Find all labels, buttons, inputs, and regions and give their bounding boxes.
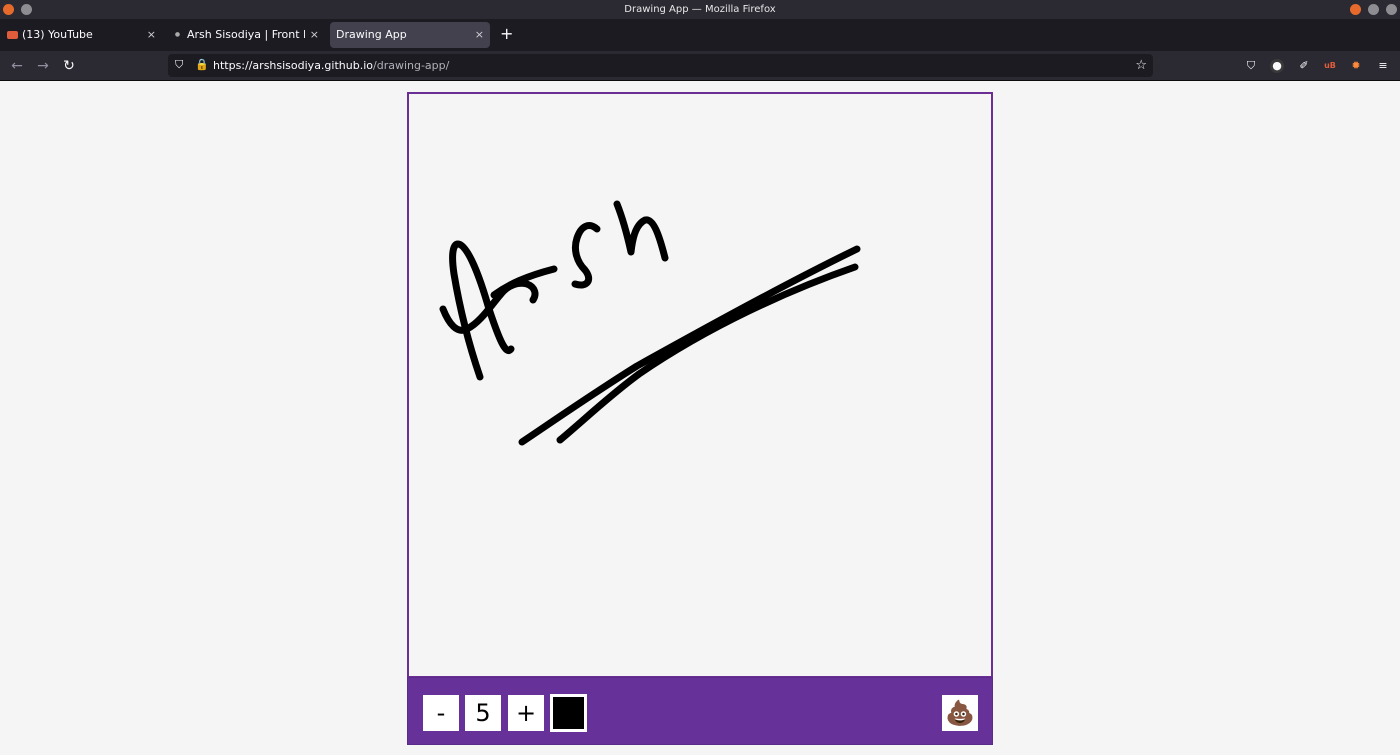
stroke-letter-h	[613, 200, 669, 262]
site-icon: ●	[174, 31, 181, 38]
url-host: https://arshsisodiya.github.io	[213, 59, 373, 72]
tab-label: Arsh Sisodiya | Front End	[187, 28, 305, 41]
brush-size-value: 5	[465, 695, 501, 731]
firefox-icon	[3, 4, 14, 15]
tab-strip: (13) YouTube × ● Arsh Sisodiya | Front E…	[0, 19, 1400, 51]
tab-close-icon[interactable]: ×	[310, 22, 319, 48]
window-titlebar: Drawing App — Mozilla Firefox	[0, 0, 1400, 19]
ublock-icon[interactable]: uB	[1323, 59, 1337, 73]
new-tab-button[interactable]: +	[500, 24, 513, 44]
address-bar[interactable]: ⛉ 🔒 https://arshsisodiya.github.io/drawi…	[168, 54, 1153, 77]
tab-label: Drawing App	[336, 28, 407, 41]
reload-button[interactable]: ↻	[59, 56, 79, 76]
tab-youtube[interactable]: (13) YouTube ×	[0, 22, 162, 48]
increase-size-button[interactable]: +	[508, 695, 544, 731]
tracking-shield-icon[interactable]: ⛉	[175, 58, 187, 72]
tab-arsh-sisodiya[interactable]: ● Arsh Sisodiya | Front End ×	[165, 22, 325, 48]
hamburger-menu-icon[interactable]: ≡	[1376, 59, 1390, 73]
window-title: Drawing App — Mozilla Firefox	[624, 4, 776, 15]
canvas-strokes	[439, 200, 861, 446]
pocket-icon[interactable]: ⛉	[1244, 59, 1258, 73]
extension-sun-icon[interactable]: ✹	[1349, 59, 1363, 73]
window-dot-icon	[21, 4, 32, 15]
decrease-size-button[interactable]: -	[423, 695, 459, 731]
stroke-letter-r	[490, 265, 558, 299]
page-content: - 5 + 💩	[0, 81, 1400, 755]
close-window-button[interactable]	[1386, 4, 1397, 15]
tab-close-icon[interactable]: ×	[475, 22, 484, 48]
minimize-button[interactable]	[1350, 4, 1361, 15]
navigation-toolbar: ← → ↻ ⛉ 🔒 https://arshsisodiya.github.io…	[0, 51, 1400, 81]
extension-pen-icon[interactable]: ✐	[1297, 59, 1311, 73]
tab-label: (13) YouTube	[22, 28, 93, 41]
toolbox: - 5 + 💩	[407, 677, 993, 745]
clear-canvas-button[interactable]: 💩	[942, 695, 978, 731]
url-text[interactable]: https://arshsisodiya.github.io/drawing-a…	[213, 54, 449, 77]
youtube-icon	[7, 31, 18, 39]
extension-avatar-icon[interactable]: ●	[1270, 59, 1284, 73]
back-button[interactable]: ←	[7, 56, 27, 76]
bookmark-star-icon[interactable]: ☆	[1135, 56, 1147, 75]
forward-button[interactable]: →	[33, 56, 53, 76]
stroke-letter-s	[571, 222, 601, 289]
url-path: /drawing-app/	[373, 59, 450, 72]
drawing-canvas[interactable]	[407, 92, 993, 678]
tab-close-icon[interactable]: ×	[147, 22, 156, 48]
color-picker[interactable]	[550, 694, 587, 732]
maximize-button[interactable]	[1368, 4, 1379, 15]
tab-drawing-app[interactable]: Drawing App ×	[330, 22, 490, 48]
stroke-line-upper	[556, 263, 859, 444]
stroke-letter-a-left	[449, 240, 515, 381]
lock-icon[interactable]: 🔒	[195, 58, 209, 72]
